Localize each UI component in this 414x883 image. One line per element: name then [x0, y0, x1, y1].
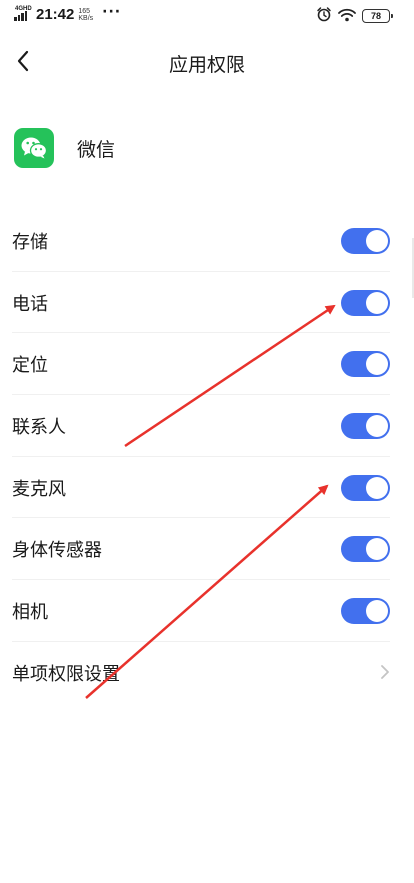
- status-bar: 4GHD 21:42 165 KB/s ··· 78: [0, 0, 414, 30]
- permission-row-microphone: 麦克风: [0, 457, 414, 519]
- permission-row-camera: 相机: [0, 580, 414, 642]
- permission-row-location: 定位: [0, 333, 414, 395]
- network-speed: 165 KB/s: [78, 7, 94, 22]
- permission-row-contacts: 联系人: [0, 395, 414, 457]
- permission-row-storage: 存储: [0, 210, 414, 272]
- permission-label: 电话: [12, 293, 48, 315]
- phone-toggle[interactable]: [341, 289, 390, 316]
- signal-icon: 4GHD: [14, 6, 34, 23]
- app-info: 微信: [14, 128, 115, 168]
- location-toggle[interactable]: [341, 351, 390, 378]
- wechat-icon: [14, 128, 54, 168]
- alarm-icon: [316, 6, 332, 26]
- permission-row-phone: 电话: [0, 272, 414, 334]
- app-name: 微信: [77, 138, 116, 161]
- permission-label: 身体传感器: [12, 540, 102, 562]
- permission-list: 存储 电话 定位 联系人 麦克风 身体传感器 相机 单项权限设置: [0, 210, 414, 704]
- page-title: 应用权限: [168, 54, 245, 76]
- individual-permission-settings[interactable]: 单项权限设置: [0, 642, 414, 704]
- individual-settings-label: 单项权限设置: [12, 663, 120, 685]
- permission-label: 定位: [12, 355, 48, 377]
- permission-label: 麦克风: [12, 478, 66, 500]
- more-notifications-icon: ···: [102, 3, 122, 20]
- permission-label: 相机: [12, 601, 48, 623]
- header: 应用权限: [0, 38, 414, 84]
- battery-icon: 78: [362, 9, 393, 23]
- wifi-icon: [338, 7, 356, 26]
- permission-row-body-sensors: 身体传感器: [0, 518, 414, 580]
- contacts-toggle[interactable]: [341, 412, 390, 439]
- chevron-right-icon: [381, 664, 389, 679]
- clock: 21:42: [36, 6, 75, 23]
- body-sensors-toggle[interactable]: [341, 536, 390, 563]
- permission-label: 存储: [12, 231, 48, 253]
- permission-label: 联系人: [12, 416, 66, 438]
- camera-toggle[interactable]: [341, 597, 390, 624]
- storage-toggle[interactable]: [341, 227, 390, 254]
- microphone-toggle[interactable]: [341, 474, 390, 501]
